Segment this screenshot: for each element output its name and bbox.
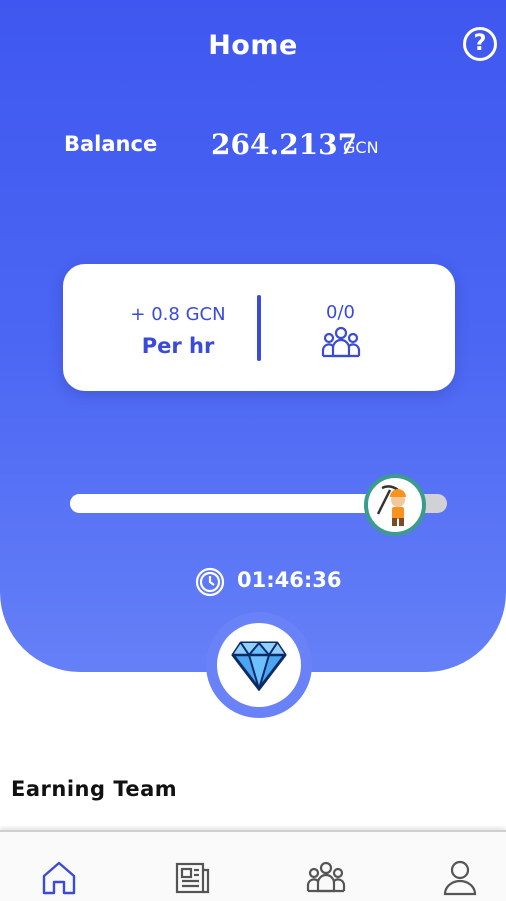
newspaper-icon[interactable]: [172, 858, 212, 898]
home-icon[interactable]: [39, 858, 79, 898]
clock-icon: [195, 567, 225, 597]
user-icon[interactable]: [440, 858, 480, 898]
balance-unit: GCN: [343, 138, 379, 157]
balance-label: Balance: [64, 132, 158, 156]
home-hero-panel: Home ? Balance 264.2137 GCN + 0.8 GCN Pe…: [0, 0, 506, 672]
mine-button-inner: [217, 623, 301, 707]
mining-rate-card: + 0.8 GCN Per hr 0/0: [63, 264, 455, 391]
earning-team-heading: Earning Team: [11, 777, 178, 801]
mining-timer: 01:46:36: [237, 568, 342, 592]
balance-value: 264.2137: [211, 128, 358, 161]
team-icon[interactable]: [306, 858, 346, 898]
card-divider: [257, 295, 261, 361]
mining-rate: + 0.8 GCN: [130, 304, 226, 325]
bottom-nav: [0, 830, 506, 901]
mining-progress-fill: [70, 494, 402, 513]
miner-icon[interactable]: [364, 474, 426, 536]
help-glyph: ?: [473, 31, 487, 56]
page-title: Home: [208, 30, 298, 61]
mining-rate-period: Per hr: [141, 334, 215, 358]
team-count: 0/0: [326, 302, 355, 323]
mine-button[interactable]: [206, 612, 312, 718]
diamond-icon: [231, 641, 287, 691]
question-circle-icon[interactable]: ?: [463, 27, 497, 61]
team-icon[interactable]: [321, 326, 361, 358]
